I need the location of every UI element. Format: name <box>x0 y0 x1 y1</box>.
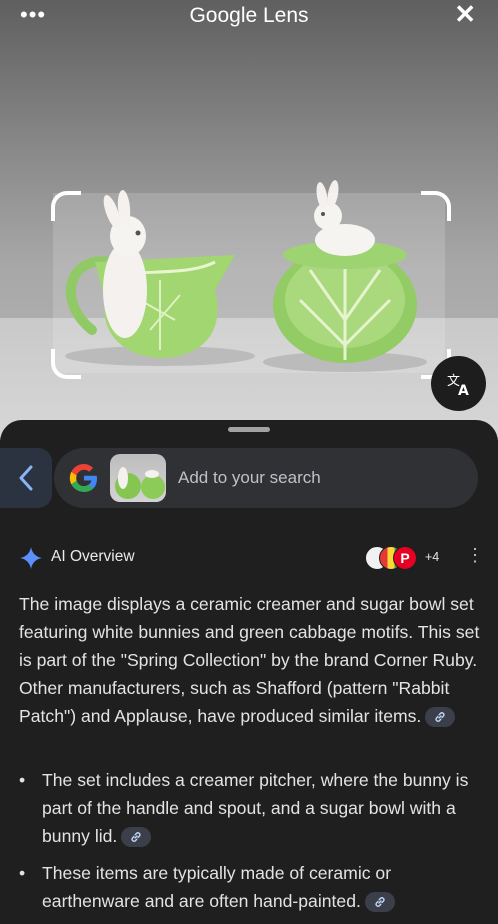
top-bar: ••• Google Lens ✕ <box>0 0 498 34</box>
bullet-text: These items are typically made of cerami… <box>42 863 392 911</box>
link-icon <box>435 712 445 723</box>
ai-overview-title: AI Overview <box>51 548 135 565</box>
ai-overview-summary: The image displays a ceramic creamer and… <box>19 590 481 730</box>
ai-overview-header: AI Overview P +4 ⋮ <box>20 546 484 570</box>
crop-handle-bottom-left[interactable] <box>51 349 81 379</box>
drag-handle[interactable] <box>228 427 270 432</box>
translate-button[interactable]: 文 A <box>431 356 486 411</box>
google-g-icon <box>69 464 97 492</box>
list-item: These items are typically made of cerami… <box>19 859 481 915</box>
close-icon[interactable]: ✕ <box>454 0 476 28</box>
chevron-left-icon <box>19 465 33 491</box>
results-sheet: Add to your search AI Overview P +4 ⋮ Th… <box>0 420 498 918</box>
source-count: +4 <box>425 550 440 564</box>
thumbnail-image <box>115 467 165 499</box>
pinterest-icon: P <box>393 546 417 570</box>
more-vert-icon[interactable]: ⋮ <box>466 546 484 564</box>
citation-link-button[interactable] <box>364 892 395 913</box>
search-bar[interactable]: Add to your search <box>54 448 478 508</box>
citation-link-button[interactable] <box>425 707 456 728</box>
translate-icon: 文 A <box>447 374 469 397</box>
crop-selection[interactable] <box>53 193 445 373</box>
citation-link-button[interactable] <box>121 827 152 848</box>
search-placeholder: Add to your search <box>178 468 321 487</box>
bullet-text: The set includes a creamer pitcher, wher… <box>42 770 469 846</box>
back-button[interactable] <box>0 448 52 508</box>
gemini-sparkle-icon <box>20 547 42 569</box>
list-item: The set includes a creamer pitcher, wher… <box>19 766 481 850</box>
photo-view: ••• Google Lens ✕ 文 A <box>0 0 498 440</box>
link-icon <box>131 832 141 843</box>
app-title: Google Lens <box>189 4 309 27</box>
crop-handle-top-right[interactable] <box>421 191 451 221</box>
search-thumbnail[interactable] <box>110 454 166 502</box>
crop-handle-top-left[interactable] <box>51 191 81 221</box>
source-favicons[interactable]: P +4 <box>365 546 439 570</box>
svg-text:A: A <box>458 383 469 397</box>
ai-overview-bullets: The set includes a creamer pitcher, wher… <box>19 766 481 924</box>
summary-text: The image displays a ceramic creamer and… <box>19 594 480 726</box>
link-icon <box>375 897 385 908</box>
